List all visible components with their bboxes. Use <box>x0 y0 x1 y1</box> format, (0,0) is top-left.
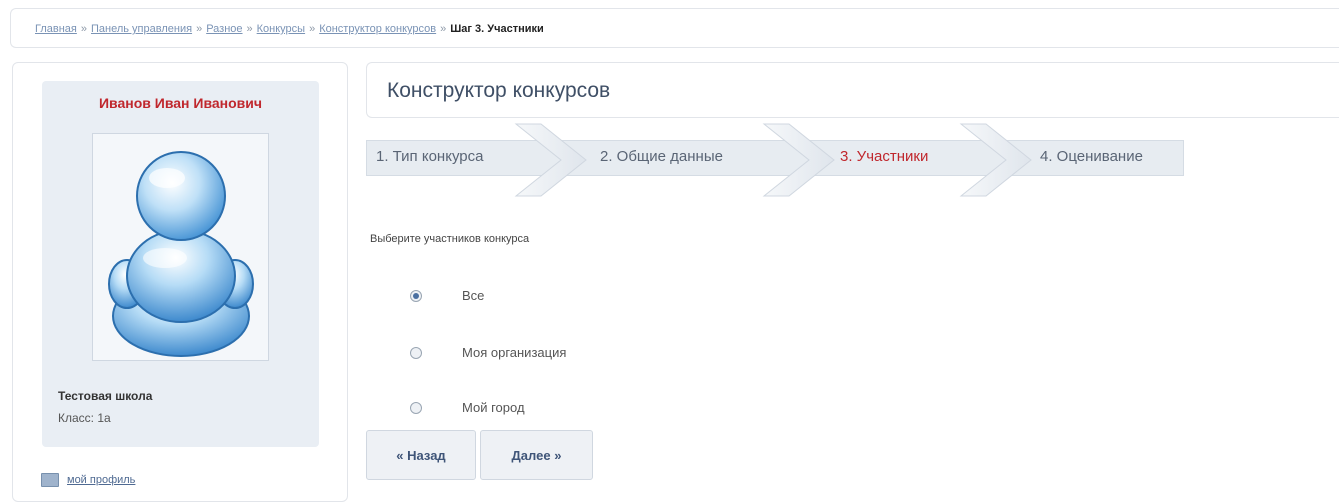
option-my-city-label: Мой город <box>462 400 525 415</box>
option-all[interactable]: Все <box>410 288 484 303</box>
radio-my-organization[interactable] <box>410 346 422 359</box>
option-my-city[interactable]: Мой город <box>410 400 525 415</box>
back-button[interactable]: « Назад <box>366 430 476 480</box>
breadcrumb-link-control-panel[interactable]: Панель управления <box>91 23 192 35</box>
step-1-type[interactable]: 1. Тип конкурса <box>376 148 483 165</box>
breadcrumb-separator: » <box>246 23 253 35</box>
next-button[interactable]: Далее » <box>480 430 593 480</box>
step-3-participants[interactable]: 3. Участники <box>840 148 928 165</box>
class-label: Класс: 1а <box>58 411 111 425</box>
page-header: Конструктор конкурсов <box>366 62 1339 118</box>
breadcrumb-separator: » <box>80 23 87 35</box>
breadcrumb-link-misc[interactable]: Разное <box>206 23 242 35</box>
breadcrumb-separator: » <box>440 23 447 35</box>
breadcrumb-link-contest-builder[interactable]: Конструктор конкурсов <box>319 23 436 35</box>
wizard-steps: 1. Тип конкурса 2. Общие данные 3. Участ… <box>366 122 1196 198</box>
step-4-evaluation[interactable]: 4. Оценивание <box>1040 148 1143 165</box>
my-profile-link[interactable]: мой профиль <box>41 473 135 487</box>
breadcrumb-separator: » <box>196 23 203 35</box>
my-profile-link-text[interactable]: мой профиль <box>67 474 135 486</box>
profile-card-icon <box>41 473 59 487</box>
page-title: Конструктор конкурсов <box>387 79 611 102</box>
user-avatar-icon <box>108 151 254 357</box>
option-my-organization[interactable]: Моя организация <box>410 345 566 360</box>
option-all-label: Все <box>462 288 485 303</box>
breadcrumb-link-home[interactable]: Главная <box>35 23 77 35</box>
radio-my-city[interactable] <box>410 401 422 414</box>
breadcrumb: Главная» Панель управления» Разное» Конкурс… <box>10 8 1339 48</box>
sidebar: Иванов Иван Иванович Тестовая школа Клас… <box>12 62 348 502</box>
user-name: Иванов Иван Иванович <box>98 95 262 111</box>
breadcrumb-current: Шаг 3. Участники <box>450 23 544 35</box>
breadcrumb-separator: » <box>309 23 316 35</box>
option-my-organization-label: Моя организация <box>462 345 567 360</box>
participants-prompt: Выберите участников конкурса <box>370 233 530 245</box>
school-name: Тестовая школа <box>58 389 153 403</box>
radio-all[interactable] <box>410 289 422 302</box>
step-2-general[interactable]: 2. Общие данные <box>600 148 723 165</box>
breadcrumb-link-contests[interactable]: Конкурсы <box>257 23 305 35</box>
avatar <box>92 133 269 361</box>
profile-card: Иванов Иван Иванович Тестовая школа Клас… <box>42 81 319 447</box>
